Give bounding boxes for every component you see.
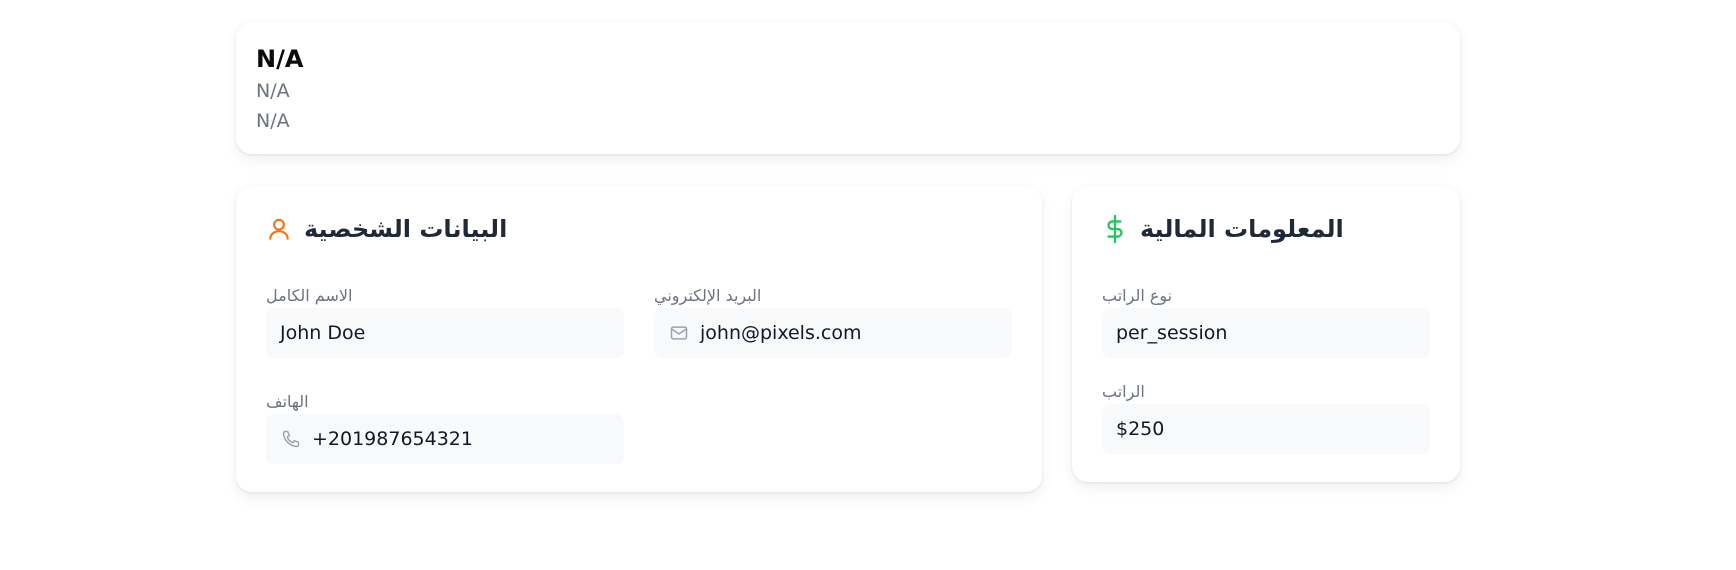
- dollar-icon: [1102, 215, 1128, 243]
- phone-value-box: +201987654321: [266, 414, 624, 464]
- profile-subtitle: N/A: [256, 80, 290, 102]
- full-name-value-box: John Doe: [266, 308, 624, 358]
- personal-info-card: البيانات الشخصية الاسم الكامل John Doe ا…: [236, 186, 1042, 492]
- page: N/A N/A N/A البيانات الشخصية الاسم الكام…: [0, 0, 1736, 570]
- email-label: البريد الإلكتروني: [654, 286, 762, 305]
- full-name-field: الاسم الكامل John Doe: [266, 286, 624, 358]
- full-name-label: الاسم الكامل: [266, 286, 353, 305]
- salary-value: $250: [1116, 418, 1165, 440]
- salary-type-value-box: per_session: [1102, 308, 1430, 358]
- email-value[interactable]: john@pixels.com: [700, 322, 861, 344]
- profile-header-card: N/A N/A N/A: [236, 22, 1460, 154]
- salary-field: الراتب $250: [1102, 382, 1430, 454]
- financial-info-heading: المعلومات المالية: [1102, 212, 1344, 246]
- personal-info-title: البيانات الشخصية: [304, 215, 508, 243]
- phone-field: الهاتف +201987654321: [266, 392, 624, 464]
- profile-name: N/A: [256, 45, 304, 73]
- phone-label: الهاتف: [266, 392, 309, 411]
- mail-icon: [668, 322, 690, 344]
- salary-type-value: per_session: [1116, 322, 1228, 344]
- email-value-box: john@pixels.com: [654, 308, 1012, 358]
- financial-info-title: المعلومات المالية: [1140, 215, 1344, 243]
- phone-icon: [280, 428, 302, 450]
- phone-value[interactable]: +201987654321: [312, 428, 473, 450]
- salary-type-field: نوع الراتب per_session: [1102, 286, 1430, 358]
- salary-label: الراتب: [1102, 382, 1145, 401]
- personal-info-heading: البيانات الشخصية: [266, 212, 507, 246]
- user-icon: [266, 216, 292, 242]
- salary-value-box: $250: [1102, 404, 1430, 454]
- full-name-value: John Doe: [280, 322, 366, 344]
- profile-detail: N/A: [256, 110, 290, 132]
- salary-type-label: نوع الراتب: [1102, 286, 1173, 305]
- financial-info-card: المعلومات المالية نوع الراتب per_session…: [1072, 186, 1460, 482]
- email-field: البريد الإلكتروني john@pixels.com: [654, 286, 1012, 358]
